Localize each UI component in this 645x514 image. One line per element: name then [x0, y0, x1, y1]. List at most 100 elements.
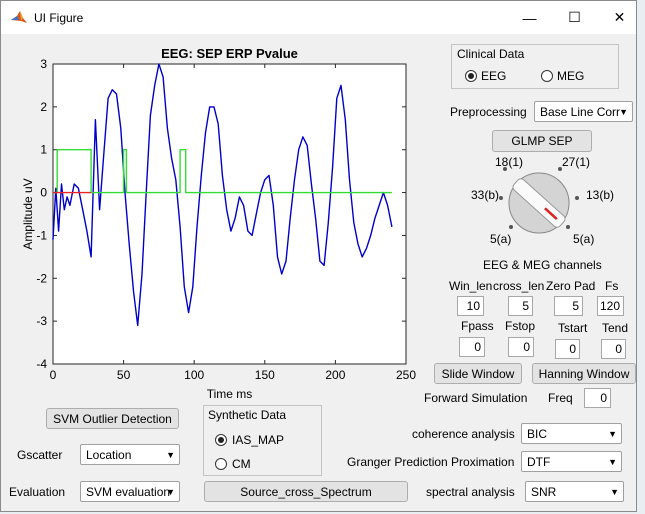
zero-pad-input[interactable]: 5	[554, 296, 583, 316]
maximize-icon: ☐	[568, 9, 581, 25]
slide-window-button[interactable]: Slide Window	[434, 363, 522, 384]
cross-len-input[interactable]: 5	[508, 296, 533, 316]
freq-input[interactable]: 0	[584, 388, 611, 408]
y-tick-label: 1	[40, 143, 47, 157]
knob-label-13: 13(b)	[586, 188, 615, 202]
chevron-down-icon: ▼	[619, 106, 628, 117]
fstop-label: Fstop	[505, 319, 536, 333]
evaluation-dropdown[interactable]: SVM evaluation ▼	[80, 481, 180, 502]
fstop-value: 0	[523, 340, 530, 354]
y-tick-label: 3	[40, 57, 47, 71]
maximize-button[interactable]: ☐	[552, 1, 597, 34]
chart-title: EEG: SEP ERP Pvalue	[161, 46, 298, 61]
close-icon: ✕	[613, 9, 626, 25]
channel-knob[interactable]	[497, 161, 587, 241]
tend-input[interactable]: 0	[601, 339, 626, 359]
slide-window-label: Slide Window	[441, 366, 515, 381]
tend-label: Tend	[602, 321, 629, 335]
window-title: UI Figure	[34, 11, 84, 25]
minimize-icon: —	[522, 9, 537, 26]
chevron-down-icon: ▼	[610, 486, 619, 497]
preprocessing-label: Preprocessing	[450, 105, 527, 119]
synthetic-data-title: Synthetic Data	[208, 408, 287, 422]
coherence-analysis-label: coherence analysis	[412, 427, 515, 441]
close-button[interactable]: ✕	[597, 1, 642, 34]
source-cross-label: Source_cross_Spectrum	[240, 484, 372, 499]
spectral-value: SNR	[531, 484, 557, 499]
hanning-window-label: Hanning Window	[538, 366, 630, 381]
eeg-meg-channels-title: EEG & MEG channels	[483, 258, 602, 272]
y-tick-label: -2	[36, 271, 47, 285]
y-axis-label: Amplitude uV	[21, 178, 35, 249]
granger-dropdown[interactable]: DTF ▼	[521, 451, 622, 472]
glmp-sep-button[interactable]: GLMP SEP	[492, 130, 592, 152]
hanning-window-button[interactable]: Hanning Window	[532, 363, 636, 384]
source-cross-spectrum-button[interactable]: Source_cross_Spectrum	[204, 481, 408, 502]
fstop-input[interactable]: 0	[508, 337, 534, 357]
cross-len-value: 5	[522, 299, 529, 313]
ias-map-radio-label: IAS_MAP	[232, 433, 285, 447]
clinical-data-title: Clinical Data	[457, 47, 525, 61]
tstart-input[interactable]: 0	[555, 339, 580, 359]
glmp-sep-label: GLMP SEP	[511, 134, 573, 148]
fs-label: Fs	[605, 279, 619, 293]
title-bar: UI Figure — ☐ ✕	[1, 1, 636, 34]
chevron-down-icon: ▼	[166, 449, 175, 460]
y-tick-label: -3	[36, 314, 47, 328]
svm-outlier-label: SVM Outlier Detection	[53, 411, 172, 426]
tstart-label: Tstart	[558, 321, 588, 335]
zero-pad-label: Zero Pad	[546, 279, 596, 293]
coherence-value: BIC	[527, 426, 548, 441]
x-tick-label: 0	[50, 368, 57, 382]
fpass-input[interactable]: 0	[459, 337, 485, 357]
preprocessing-dropdown[interactable]: Base Line Corr ▼	[534, 101, 633, 122]
knob-label-33: 33(b)	[471, 188, 500, 202]
spectral-analysis-label: spectral analysis	[426, 485, 515, 499]
y-tick-label: -1	[36, 228, 47, 242]
cm-radio[interactable]	[215, 458, 227, 470]
eeg-chart: EEG: SEP ERP Pvalue Time ms Amplitude uV 0 5…	[21, 46, 416, 401]
gscatter-value: Location	[86, 447, 132, 462]
zero-pad-value: 5	[572, 299, 579, 313]
meg-radio[interactable]	[541, 70, 553, 82]
minimize-button[interactable]: —	[507, 1, 552, 34]
cross-len-label: cross_len	[493, 279, 545, 293]
fs-value: 120	[599, 299, 620, 313]
eeg-radio-label: EEG	[481, 69, 507, 83]
cm-radio-label: CM	[232, 457, 251, 471]
win-len-label: Win_len	[449, 279, 493, 293]
gscatter-dropdown[interactable]: Location ▼	[80, 444, 180, 465]
clinical-data-panel: Clinical Data EEG MEG	[451, 44, 619, 89]
synthetic-data-panel: Synthetic Data IAS_MAP CM	[203, 405, 322, 476]
x-tick-label: 100	[184, 368, 204, 382]
x-tick-label: 200	[325, 368, 345, 382]
win-len-input[interactable]: 10	[457, 296, 484, 316]
preprocessing-value: Base Line Corr	[540, 104, 621, 119]
matlab-icon	[11, 11, 27, 23]
chevron-down-icon: ▼	[608, 428, 617, 439]
meg-radio-label: MEG	[557, 69, 585, 83]
x-axis-label: Time ms	[207, 387, 253, 401]
spectral-analysis-dropdown[interactable]: SNR ▼	[525, 481, 624, 502]
svm-outlier-detection-button[interactable]: SVM Outlier Detection	[46, 408, 179, 429]
evaluation-label: Evaluation	[9, 485, 66, 499]
granger-label: Granger Prediction Proximation	[347, 455, 515, 469]
fpass-label: Fpass	[461, 319, 494, 333]
eeg-radio[interactable]	[465, 70, 477, 82]
freq-label: Freq	[548, 391, 573, 405]
x-tick-label: 150	[255, 368, 275, 382]
chevron-down-icon: ▼	[608, 456, 617, 467]
ui-figure-window: UI Figure — ☐ ✕ EEG: SEP ERP Pvalue Time …	[0, 0, 637, 512]
y-tick-label: -4	[36, 357, 47, 371]
granger-value: DTF	[527, 454, 551, 469]
tend-value: 0	[615, 342, 622, 356]
x-tick-label: 50	[117, 368, 131, 382]
gscatter-label: Gscatter	[17, 448, 63, 462]
x-tick-label: 250	[396, 368, 416, 382]
coherence-analysis-dropdown[interactable]: BIC ▼	[521, 423, 622, 444]
freq-value: 0	[600, 391, 607, 405]
ias-map-radio[interactable]	[215, 434, 227, 446]
chevron-down-icon: ▼	[166, 486, 175, 497]
forward-simulation-label: Forward Simulation	[424, 391, 528, 405]
fs-input[interactable]: 120	[597, 296, 624, 316]
